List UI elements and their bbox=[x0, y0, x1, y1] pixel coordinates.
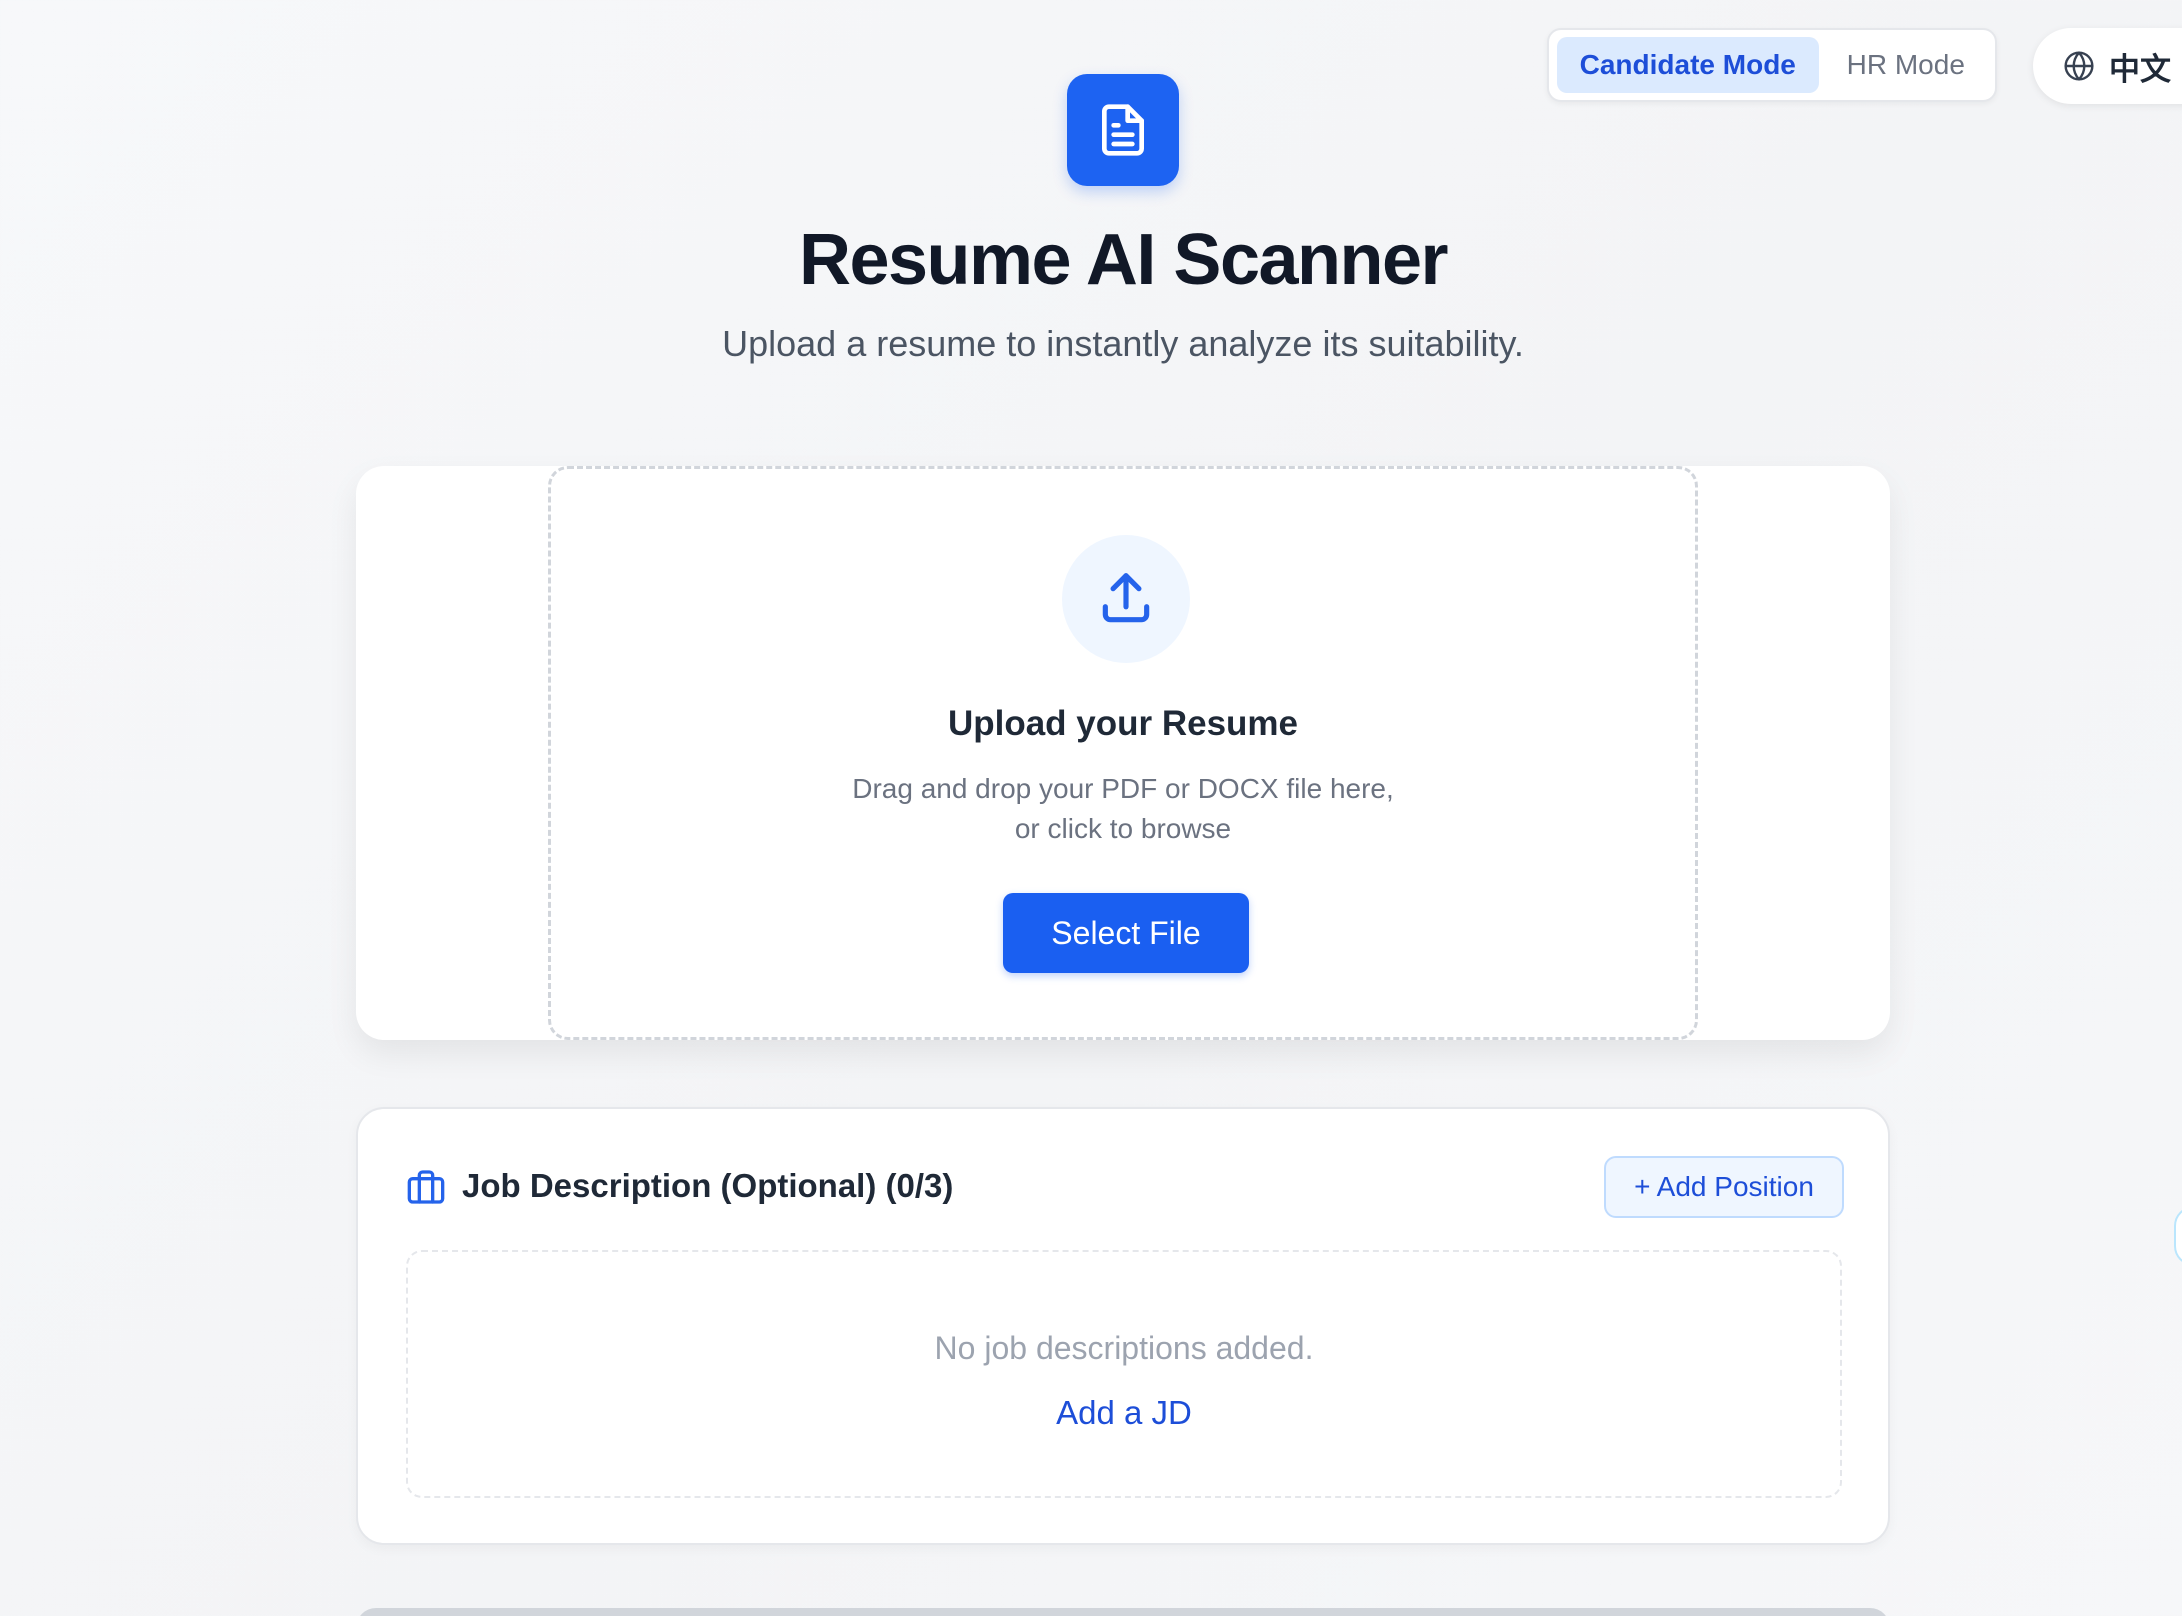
add-position-button[interactable]: + Add Position bbox=[1604, 1156, 1844, 1218]
add-jd-link[interactable]: Add a JD bbox=[408, 1392, 1840, 1434]
page-title: Resume AI Scanner bbox=[798, 220, 1449, 300]
upload-description-line1: Drag and drop your PDF or DOCX file here… bbox=[852, 773, 1394, 804]
upload-icon bbox=[1095, 568, 1157, 630]
empty-state-text: No job descriptions added. bbox=[934, 1330, 1314, 1366]
candidate-mode-button[interactable]: Candidate Mode bbox=[1557, 37, 1819, 93]
floating-widget[interactable] bbox=[2174, 1206, 2182, 1266]
job-description-card: Job Description (Optional) (0/3) + Add P… bbox=[356, 1107, 1890, 1545]
upload-description: Drag and drop your PDF or DOCX file here… bbox=[551, 769, 1695, 849]
page-subtitle: Upload a resume to instantly analyze its… bbox=[722, 323, 1524, 364]
job-description-empty-state: No job descriptions added. Add a JD bbox=[406, 1250, 1842, 1498]
job-description-title: Job Description (Optional) (0/3) bbox=[462, 1167, 954, 1204]
next-section-card bbox=[356, 1608, 1890, 1616]
upload-icon-circle bbox=[1062, 535, 1190, 663]
upload-card: Upload your Resume Drag and drop your PD… bbox=[356, 466, 1890, 1040]
language-switcher[interactable]: 中文 bbox=[2033, 28, 2182, 104]
globe-icon bbox=[2063, 50, 2095, 82]
briefcase-icon bbox=[406, 1167, 446, 1207]
app-logo bbox=[1067, 74, 1179, 186]
upload-description-line2: or click to browse bbox=[1014, 813, 1232, 844]
upload-title: Upload your Resume bbox=[947, 704, 1299, 743]
mode-toggle: Candidate Mode HR Mode bbox=[1547, 28, 1997, 102]
document-icon bbox=[1095, 102, 1151, 158]
resume-dropzone[interactable]: Upload your Resume Drag and drop your PD… bbox=[548, 466, 1698, 1040]
language-label: 中文 bbox=[2109, 51, 2171, 88]
select-file-button[interactable]: Select File bbox=[1003, 893, 1249, 973]
hr-mode-button[interactable]: HR Mode bbox=[1825, 37, 1987, 93]
